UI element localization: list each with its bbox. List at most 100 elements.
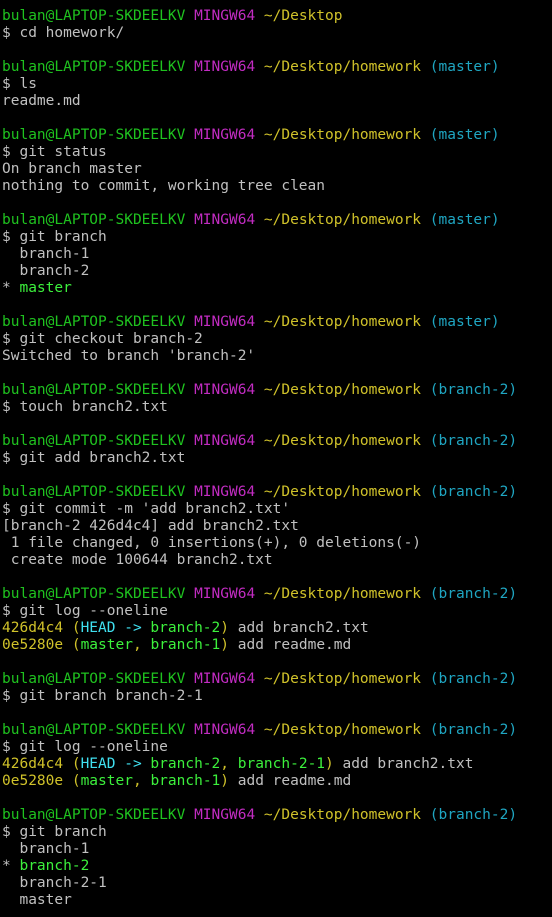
- terminal-line: bulan@LAPTOP-SKDEELKV MINGW64 ~/Desktop/…: [2, 127, 552, 144]
- terminal-text: $ git branch branch-2-1: [2, 688, 203, 704]
- prompt-mingw-label: MINGW64: [194, 382, 256, 398]
- prompt-branch: (master): [429, 127, 500, 143]
- prompt-user-host: bulan@LAPTOP-SKDEELKV: [2, 433, 186, 449]
- prompt-branch: (branch-2): [429, 433, 518, 449]
- terminal-text: $ git checkout branch-2: [2, 331, 203, 347]
- terminal-text: $ git branch: [2, 824, 107, 840]
- prompt-path: 0e5280e: [2, 773, 64, 789]
- terminal-line: bulan@LAPTOP-SKDEELKV MINGW64 ~/Desktop/…: [2, 671, 552, 688]
- terminal-line: bulan@LAPTOP-SKDEELKV MINGW64 ~/Desktop/…: [2, 807, 552, 824]
- terminal-line: $ cd homework/: [2, 25, 552, 42]
- prompt-path: ~/Desktop/homework: [263, 722, 422, 738]
- terminal-text: branch-2-1: [2, 875, 107, 891]
- prompt-branch: (branch-2): [429, 382, 518, 398]
- terminal-text: $ git branch: [2, 229, 107, 245]
- log-head-ref: HEAD ->: [80, 620, 151, 636]
- prompt-path: 426d4c4: [2, 620, 64, 636]
- terminal-line: Switched to branch 'branch-2': [2, 348, 552, 365]
- terminal-line: $ ls: [2, 76, 552, 93]
- terminal-text: add branch2.txt: [229, 620, 369, 636]
- branch-name: branch-2: [19, 858, 90, 874]
- branch-name: branch-2: [150, 620, 221, 636]
- terminal-text: branch-2: [2, 263, 90, 279]
- terminal-line: On branch master: [2, 161, 552, 178]
- terminal-line: 426d4c4 (HEAD -> branch-2) add branch2.t…: [2, 620, 552, 637]
- terminal-line: bulan@LAPTOP-SKDEELKV MINGW64 ~/Desktop/…: [2, 212, 552, 229]
- terminal-line: $ git log --oneline: [2, 739, 552, 756]
- prompt-user-host: bulan@LAPTOP-SKDEELKV: [2, 807, 186, 823]
- terminal-text: $ ls: [2, 76, 37, 92]
- prompt-path: ,: [220, 756, 238, 772]
- prompt-mingw-label: MINGW64: [194, 212, 256, 228]
- branch-name: branch-2-1: [237, 756, 326, 772]
- terminal-line: bulan@LAPTOP-SKDEELKV MINGW64 ~/Desktop/…: [2, 484, 552, 501]
- prompt-path: ): [220, 637, 230, 653]
- prompt-branch: (branch-2): [429, 807, 518, 823]
- prompt-path: ~/Desktop/homework: [263, 212, 422, 228]
- prompt-mingw-label: MINGW64: [194, 433, 256, 449]
- prompt-user-host: bulan@LAPTOP-SKDEELKV: [2, 382, 186, 398]
- prompt-branch: (master): [429, 59, 500, 75]
- terminal-line: bulan@LAPTOP-SKDEELKV MINGW64 ~/Desktop/…: [2, 433, 552, 450]
- terminal-line: branch-1: [2, 246, 552, 263]
- prompt-path: ,: [132, 773, 151, 789]
- prompt-path: ~/Desktop/homework: [263, 127, 422, 143]
- terminal-line: nothing to commit, working tree clean: [2, 178, 552, 195]
- prompt-mingw-label: MINGW64: [194, 671, 256, 687]
- terminal-text: readme.md: [2, 93, 81, 109]
- terminal-text: master: [2, 892, 72, 908]
- terminal-line: $ git branch: [2, 229, 552, 246]
- prompt-path: (: [63, 637, 81, 653]
- branch-name: master: [80, 773, 133, 789]
- terminal-line: $ git branch branch-2-1: [2, 688, 552, 705]
- prompt-branch: (branch-2): [429, 586, 518, 602]
- terminal-line: bulan@LAPTOP-SKDEELKV MINGW64 ~/Desktop: [2, 8, 552, 25]
- terminal-text: nothing to commit, working tree clean: [2, 178, 326, 194]
- prompt-path: ~/Desktop/homework: [263, 671, 422, 687]
- prompt-user-host: bulan@LAPTOP-SKDEELKV: [2, 484, 186, 500]
- terminal-text: [branch-2 426d4c4] add branch2.txt: [2, 518, 299, 534]
- terminal-line: bulan@LAPTOP-SKDEELKV MINGW64 ~/Desktop/…: [2, 722, 552, 739]
- terminal-output[interactable]: bulan@LAPTOP-SKDEELKV MINGW64 ~/Desktop $…: [0, 0, 552, 917]
- terminal-text: add branch2.txt: [333, 756, 474, 772]
- terminal-line: * master: [2, 280, 552, 297]
- prompt-user-host: bulan@LAPTOP-SKDEELKV: [2, 314, 186, 330]
- terminal-text: $ git log --oneline: [2, 603, 168, 619]
- prompt-mingw-label: MINGW64: [194, 807, 256, 823]
- terminal-line: bulan@LAPTOP-SKDEELKV MINGW64 ~/Desktop/…: [2, 382, 552, 399]
- terminal-line: 0e5280e (master, branch-1) add readme.md: [2, 773, 552, 790]
- terminal-text: $ git status: [2, 144, 107, 160]
- prompt-user-host: bulan@LAPTOP-SKDEELKV: [2, 212, 186, 228]
- terminal-line: branch-1: [2, 841, 552, 858]
- prompt-path: ~/Desktop/homework: [263, 807, 422, 823]
- terminal-text: Switched to branch 'branch-2': [2, 348, 256, 364]
- terminal-line: 1 file changed, 0 insertions(+), 0 delet…: [2, 535, 552, 552]
- terminal-text: $ cd homework/: [2, 25, 125, 41]
- prompt-path: (: [63, 756, 81, 772]
- terminal-text: On branch master: [2, 161, 142, 177]
